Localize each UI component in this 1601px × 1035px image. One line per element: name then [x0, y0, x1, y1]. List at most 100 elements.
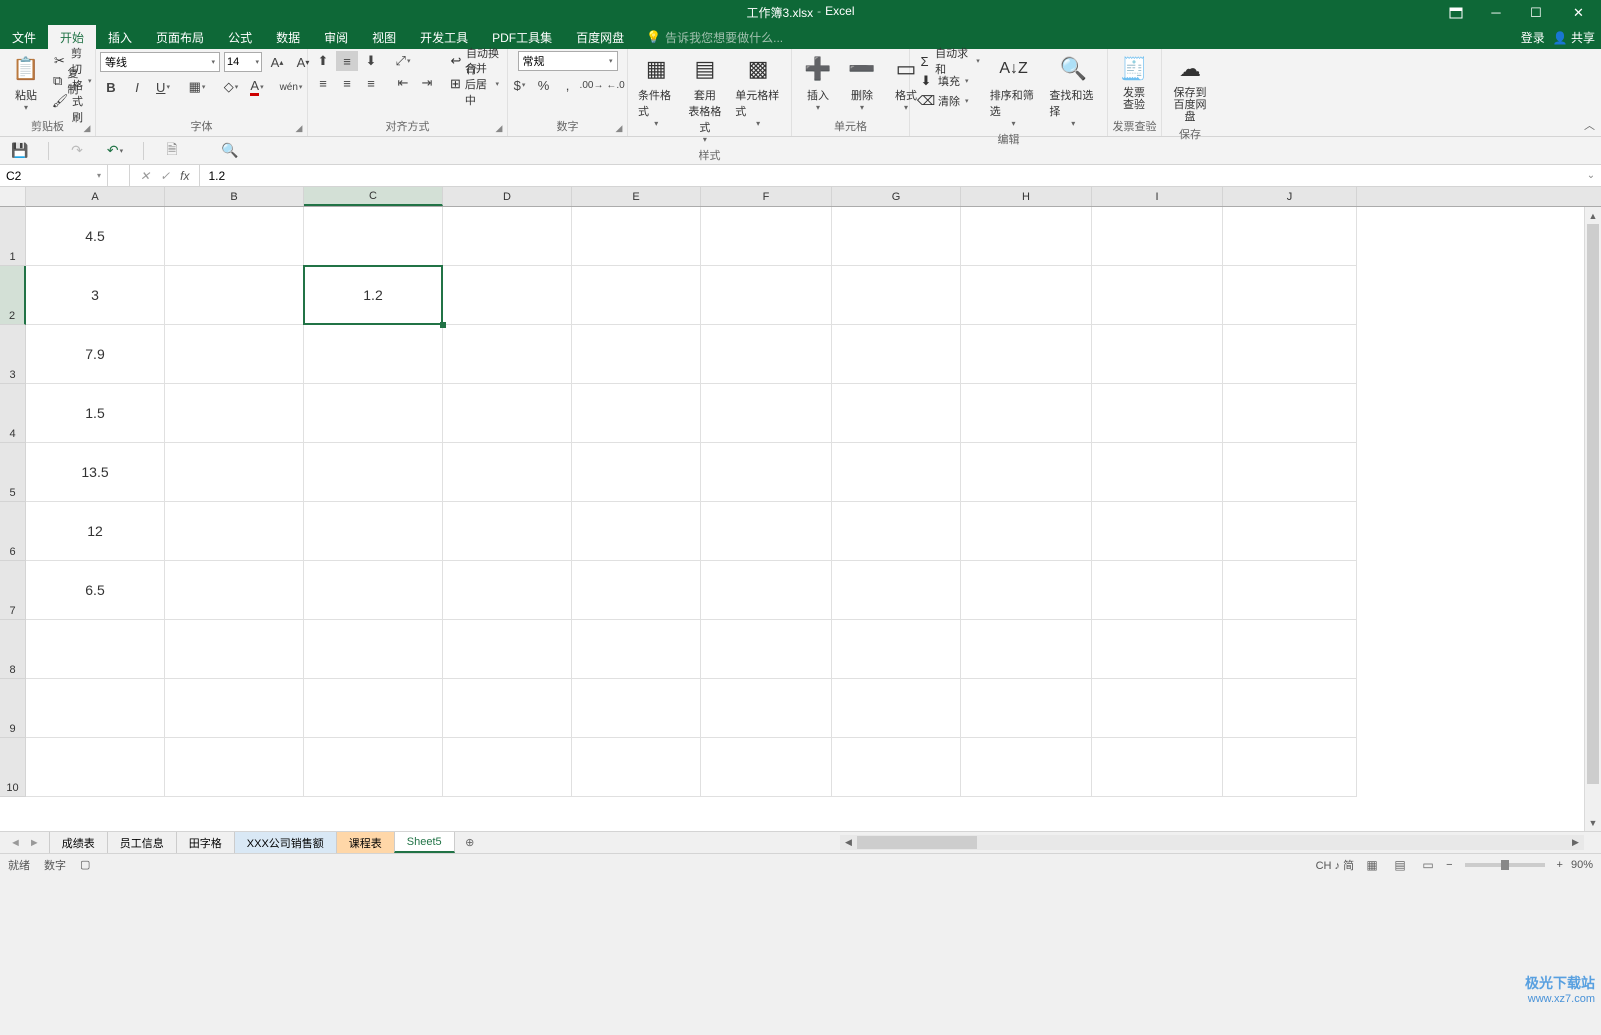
cell-h10[interactable]: [961, 738, 1092, 797]
cell-i3[interactable]: [1092, 325, 1223, 384]
tab-review[interactable]: 审阅: [312, 25, 360, 49]
cell-j8[interactable]: [1223, 620, 1357, 679]
cell-d2[interactable]: [443, 266, 572, 325]
align-right-button[interactable]: ≡: [360, 73, 382, 93]
cell-a1[interactable]: 4.5: [26, 207, 165, 266]
tab-page-layout[interactable]: 页面布局: [144, 25, 216, 49]
view-normal-button[interactable]: ▦: [1362, 857, 1382, 873]
name-box[interactable]: C2 ▾: [0, 165, 108, 186]
cell-f6[interactable]: [701, 502, 832, 561]
cell-i1[interactable]: [1092, 207, 1223, 266]
close-button[interactable]: ✕: [1556, 0, 1601, 25]
orientation-button[interactable]: ⤢▾: [392, 51, 414, 71]
phonetic-guide-button[interactable]: wén▾: [280, 77, 302, 97]
italic-button[interactable]: I: [126, 77, 148, 97]
fill-color-button[interactable]: ◇▾: [220, 77, 242, 97]
row-header-5[interactable]: 5: [0, 443, 26, 502]
horizontal-scrollbar[interactable]: ◀ ▶: [840, 835, 1584, 850]
cell-b4[interactable]: [165, 384, 304, 443]
cell-c2[interactable]: 1.2: [304, 266, 443, 325]
cell-d6[interactable]: [443, 502, 572, 561]
cell-h1[interactable]: [961, 207, 1092, 266]
cell-j10[interactable]: [1223, 738, 1357, 797]
underline-button[interactable]: U▾: [152, 77, 174, 97]
row-header-8[interactable]: 8: [0, 620, 26, 679]
hscroll-thumb[interactable]: [857, 836, 977, 849]
tab-data[interactable]: 数据: [264, 25, 312, 49]
cell-b5[interactable]: [165, 443, 304, 502]
cell-g8[interactable]: [832, 620, 961, 679]
cell-i6[interactable]: [1092, 502, 1223, 561]
align-bottom-button[interactable]: ⬇: [360, 51, 382, 71]
cell-c9[interactable]: [304, 679, 443, 738]
cell-d8[interactable]: [443, 620, 572, 679]
cell-f5[interactable]: [701, 443, 832, 502]
cell-h2[interactable]: [961, 266, 1092, 325]
scroll-up-button[interactable]: ▲: [1585, 207, 1601, 224]
align-left-button[interactable]: ≡: [312, 73, 334, 93]
vertical-scrollbar[interactable]: ▲ ▼: [1584, 207, 1601, 831]
cell-e1[interactable]: [572, 207, 701, 266]
tell-me-search[interactable]: 💡 告诉我您想要做什么...: [646, 25, 783, 49]
cell-b1[interactable]: [165, 207, 304, 266]
cell-j3[interactable]: [1223, 325, 1357, 384]
cell-b10[interactable]: [165, 738, 304, 797]
cell-d1[interactable]: [443, 207, 572, 266]
cell-h4[interactable]: [961, 384, 1092, 443]
font-dialog-launcher[interactable]: ◢: [293, 122, 305, 134]
cell-c5[interactable]: [304, 443, 443, 502]
share-button[interactable]: 👤 共享: [1553, 29, 1595, 46]
view-page-layout-button[interactable]: ▤: [1390, 857, 1410, 873]
zoom-thumb[interactable]: [1501, 860, 1509, 870]
cell-h5[interactable]: [961, 443, 1092, 502]
row-header-10[interactable]: 10: [0, 738, 26, 797]
cell-c6[interactable]: [304, 502, 443, 561]
cell-i8[interactable]: [1092, 620, 1223, 679]
number-dialog-launcher[interactable]: ◢: [613, 122, 625, 134]
cell-h8[interactable]: [961, 620, 1092, 679]
cancel-formula-button[interactable]: ✕: [140, 169, 150, 183]
qat-redo-button[interactable]: ↷: [67, 141, 87, 161]
sheet-tab-6[interactable]: Sheet5: [394, 832, 455, 853]
cell-j7[interactable]: [1223, 561, 1357, 620]
row-header-3[interactable]: 3: [0, 325, 26, 384]
font-color-button[interactable]: A▾: [246, 77, 268, 97]
cell-h6[interactable]: [961, 502, 1092, 561]
cell-g5[interactable]: [832, 443, 961, 502]
format-painter-button[interactable]: 🖌格式刷: [48, 91, 96, 111]
accounting-format-button[interactable]: $▾: [509, 75, 531, 95]
cell-a5[interactable]: 13.5: [26, 443, 165, 502]
decrease-decimal-button[interactable]: ←.0: [605, 75, 627, 95]
scroll-down-button[interactable]: ▼: [1585, 814, 1601, 831]
cell-h9[interactable]: [961, 679, 1092, 738]
cell-f8[interactable]: [701, 620, 832, 679]
cells-area[interactable]: 4.5 31.2 7.9 1.5 13.5 12 6.5: [26, 207, 1601, 797]
cell-d3[interactable]: [443, 325, 572, 384]
save-baidu-button[interactable]: ☁保存到 百度网盘: [1166, 51, 1214, 125]
cell-f10[interactable]: [701, 738, 832, 797]
cell-e4[interactable]: [572, 384, 701, 443]
col-header-c[interactable]: C: [304, 187, 443, 206]
cell-g2[interactable]: [832, 266, 961, 325]
align-middle-button[interactable]: ≡: [336, 51, 358, 71]
cell-e7[interactable]: [572, 561, 701, 620]
cell-j4[interactable]: [1223, 384, 1357, 443]
cell-d4[interactable]: [443, 384, 572, 443]
zoom-slider[interactable]: [1465, 863, 1545, 867]
row-header-7[interactable]: 7: [0, 561, 26, 620]
scroll-right-button[interactable]: ▶: [1567, 835, 1584, 850]
conditional-format-button[interactable]: ▦条件格式▾: [632, 51, 681, 130]
cell-e10[interactable]: [572, 738, 701, 797]
cell-i7[interactable]: [1092, 561, 1223, 620]
cell-g6[interactable]: [832, 502, 961, 561]
align-top-button[interactable]: ⬆: [312, 51, 334, 71]
cell-j5[interactable]: [1223, 443, 1357, 502]
cell-f3[interactable]: [701, 325, 832, 384]
cell-a8[interactable]: [26, 620, 165, 679]
cell-e6[interactable]: [572, 502, 701, 561]
cell-f1[interactable]: [701, 207, 832, 266]
insert-cells-button[interactable]: ➕插入▾: [796, 51, 840, 114]
ribbon-display-options-button[interactable]: [1441, 0, 1471, 25]
qat-preview-button[interactable]: 🔍: [220, 141, 240, 161]
bold-button[interactable]: B: [100, 77, 122, 97]
